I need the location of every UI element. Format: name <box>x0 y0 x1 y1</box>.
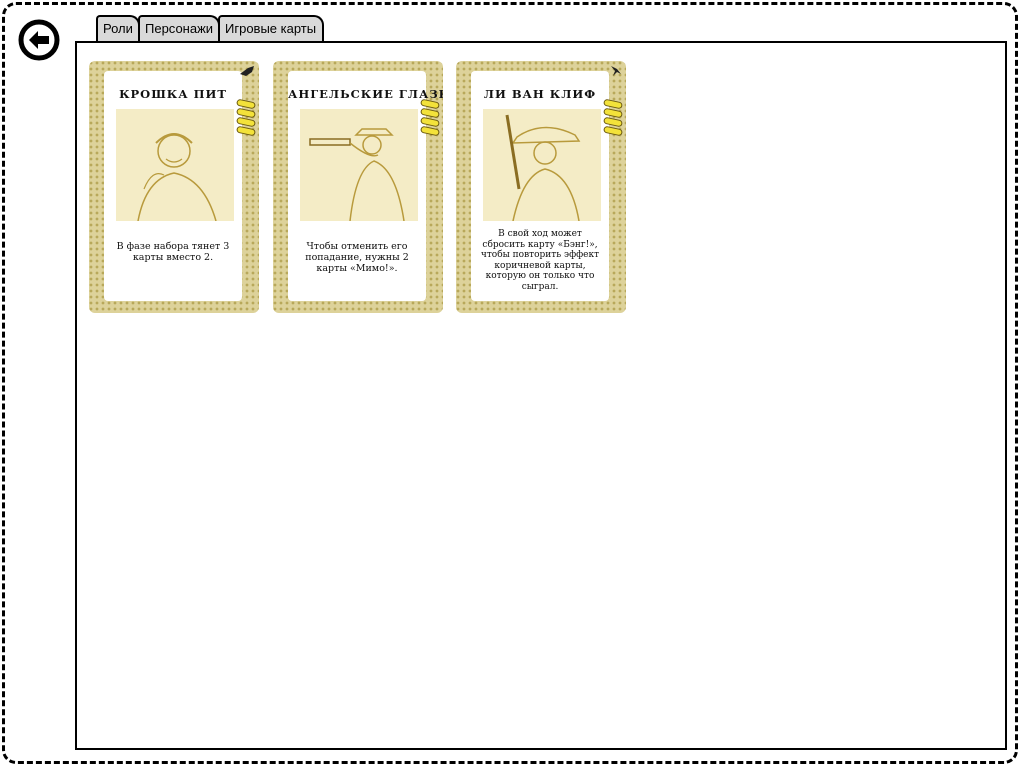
bullet-icon <box>236 99 256 136</box>
bullet-icon <box>420 99 440 136</box>
card-face: КРОШКА ПИТ В фазе набора тянет 3 карты в… <box>104 71 242 301</box>
sheriff-star-icon <box>611 66 621 76</box>
tab-characters[interactable]: Персонажи <box>138 15 220 41</box>
character-card[interactable]: ЛИ ВАН КЛИФ В свой ход может сбросить ка… <box>456 61 626 313</box>
card-ability-text: В фазе набора тянет 3 карты вместо 2. <box>116 241 230 263</box>
character-portrait <box>483 109 601 221</box>
character-card[interactable]: АНГЕЛЬСКИЕ ГЛАЗКИ Чтобы отменить его поп… <box>273 61 443 313</box>
card-title: АНГЕЛЬСКИЕ ГЛАЗКИ <box>288 87 443 101</box>
card-ability-text: Чтобы отменить его попадание, нужны 2 ка… <box>305 241 409 274</box>
card-face: ЛИ ВАН КЛИФ В свой ход может сбросить ка… <box>471 71 609 301</box>
character-portrait <box>300 109 418 221</box>
back-arrow-icon[interactable] <box>18 19 60 61</box>
card-ability-text: В свой ход может сбросить карту «Бэнг!»,… <box>480 229 600 292</box>
bullet-icon <box>603 99 623 136</box>
card-face: АНГЕЛЬСКИЕ ГЛАЗКИ Чтобы отменить его поп… <box>288 71 443 301</box>
dynamite-icon <box>240 66 254 76</box>
character-portrait <box>116 109 234 221</box>
character-card[interactable]: КРОШКА ПИТ В фазе набора тянет 3 карты в… <box>89 61 259 313</box>
tab-roles[interactable]: Роли <box>96 15 140 41</box>
card-title: ЛИ ВАН КЛИФ <box>483 87 597 101</box>
card-title: КРОШКА ПИТ <box>119 87 227 101</box>
tab-game-cards[interactable]: Игровые карты <box>218 15 324 41</box>
